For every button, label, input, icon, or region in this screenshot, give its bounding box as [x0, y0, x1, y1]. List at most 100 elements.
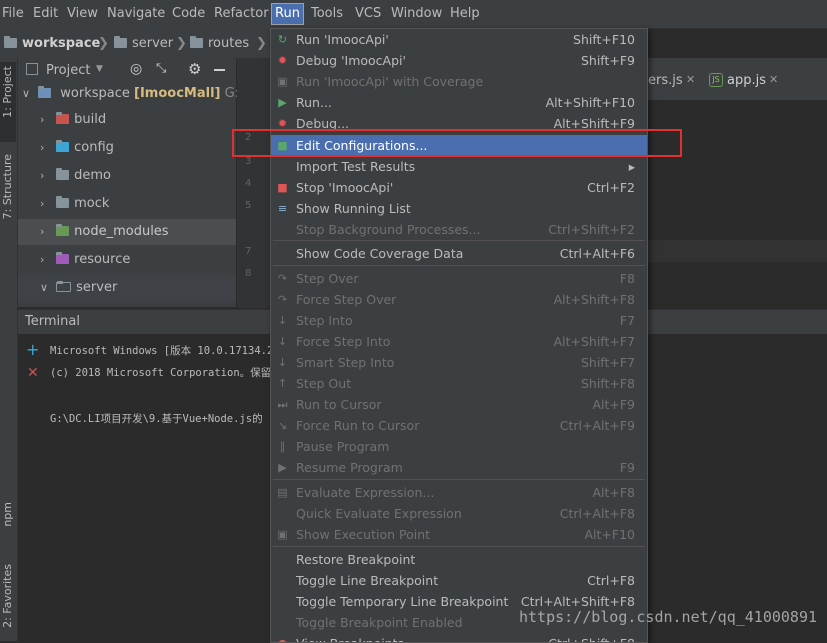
project-view-selector[interactable]: Project: [46, 63, 90, 78]
menu-run[interactable]: Run: [271, 3, 304, 25]
menu-view[interactable]: View: [67, 4, 98, 24]
tool-tab-structure[interactable]: 7: Structure: [1, 154, 14, 219]
menu-item-shortcut: Shift+F8: [580, 376, 635, 391]
menu-item-shortcut: Alt+Shift+F10: [545, 95, 635, 110]
tree-item-resource[interactable]: › resource: [18, 247, 236, 273]
menu-tools[interactable]: Tools: [311, 4, 343, 24]
force-step-into-icon: ↓: [277, 335, 288, 348]
tree-root-workspace[interactable]: ∨ workspace [ImoocMall] G:\DC: [18, 81, 263, 107]
breadcrumb-routes[interactable]: routes: [190, 36, 249, 51]
menu-item-shortcut: F8: [619, 271, 635, 286]
menu-item-force-step-into[interactable]: ↓ Force Step Into Alt+Shift+F7: [271, 331, 647, 352]
tree-item-label: server: [76, 280, 118, 295]
menu-item-force-run-to-cursor[interactable]: ↘ Force Run to Cursor Ctrl+Alt+F9: [271, 415, 647, 436]
menu-item-run[interactable]: ▶ Run... Alt+Shift+F10: [271, 92, 647, 113]
tool-tab-npm[interactable]: npm: [1, 502, 14, 527]
menu-navigate[interactable]: Navigate: [107, 4, 165, 24]
coverage-icon: ▣: [277, 75, 288, 88]
folder-open-icon: [56, 281, 72, 292]
menu-vcs[interactable]: VCS: [355, 4, 381, 24]
chevron-right-icon[interactable]: ›: [40, 219, 52, 245]
menu-item-shortcut: F7: [619, 313, 635, 328]
line-number: 5: [245, 200, 252, 211]
menu-item-step-into[interactable]: ↓ Step Into F7: [271, 310, 647, 331]
menu-item-import-test-results[interactable]: Import Test Results ▸: [271, 156, 647, 177]
chevron-down-icon[interactable]: ∨: [22, 81, 34, 107]
menu-window[interactable]: Window: [391, 4, 442, 24]
menu-item-run-imoocapi-with-coverage[interactable]: ▣ Run 'ImoocApi' with Coverage: [271, 71, 647, 92]
tree-item-label: config: [74, 140, 114, 155]
chevron-right-icon[interactable]: ›: [40, 107, 52, 133]
chevron-down-icon[interactable]: ∨: [40, 275, 52, 301]
folder-icon: [38, 86, 52, 98]
tab-app-js[interactable]: app.js: [727, 73, 766, 88]
tree-item-demo[interactable]: › demo: [18, 163, 236, 189]
menu-item-label: Toggle Breakpoint Enabled: [296, 615, 463, 630]
line-number: 7: [245, 246, 252, 257]
tree-item-node-modules[interactable]: › node_modules: [18, 219, 236, 245]
menu-item-label: Restore Breakpoint: [296, 552, 416, 567]
menu-item-resume-program[interactable]: ▶ Resume Program F9: [271, 457, 647, 478]
menu-item-debug-imoocapi[interactable]: ✹ Debug 'ImoocApi' Shift+F9: [271, 50, 647, 71]
tree-item-mock[interactable]: › mock: [18, 191, 236, 217]
chevron-right-icon[interactable]: ›: [40, 135, 52, 161]
tree-item-config[interactable]: › config: [18, 135, 236, 161]
menu-item-label: Import Test Results: [296, 159, 416, 174]
menu-item-step-over[interactable]: ↷ Step Over F8: [271, 268, 647, 289]
menu-item-stop-imoocapi[interactable]: ■ Stop 'ImoocApi' Ctrl+F2: [271, 177, 647, 198]
menu-bar: File Edit View Navigate Code Refactor Ru…: [0, 0, 827, 29]
breadcrumb-server[interactable]: server: [114, 36, 173, 51]
gear-icon[interactable]: ⚙: [188, 60, 201, 78]
tool-tab-favorites[interactable]: 2: Favorites: [1, 564, 14, 628]
menu-item-toggle-line-breakpoint[interactable]: Toggle Line Breakpoint Ctrl+F8: [271, 570, 647, 591]
tool-tab-project[interactable]: 1: Project: [1, 66, 14, 118]
execution-point-icon: ▣: [277, 528, 288, 541]
chevron-right-icon[interactable]: ›: [40, 247, 52, 273]
close-icon[interactable]: ✕: [769, 73, 778, 86]
menu-item-step-out[interactable]: ↑ Step Out Shift+F8: [271, 373, 647, 394]
menu-item-label: Show Execution Point: [296, 527, 431, 542]
pause-icon: ∥: [279, 440, 286, 453]
breadcrumb-workspace[interactable]: workspace: [4, 36, 100, 51]
menu-code[interactable]: Code: [172, 4, 205, 24]
menu-item-view-breakpoints[interactable]: ●View Breakpoints...Ctrl+Shift+F8: [271, 633, 647, 642]
menu-item-label: Run...: [296, 95, 332, 110]
chevron-right-icon: ❯: [176, 36, 187, 51]
menu-item-quick-evaluate-expression[interactable]: Quick Evaluate Expression Ctrl+Alt+F8: [271, 503, 647, 524]
close-icon[interactable]: ✕: [27, 365, 39, 381]
add-icon[interactable]: +: [26, 340, 39, 359]
stop-icon: ■: [277, 181, 288, 194]
menu-item-force-step-over[interactable]: ↷ Force Step Over Alt+Shift+F8: [271, 289, 647, 310]
tree-item-build[interactable]: › build: [18, 107, 236, 133]
chevron-right-icon[interactable]: ›: [40, 163, 52, 189]
menu-item-show-running-list[interactable]: ≡ Show Running List: [271, 198, 647, 219]
menu-refactor[interactable]: Refactor: [214, 4, 269, 24]
folder-icon: [56, 196, 70, 208]
menu-item-show-code-coverage-data[interactable]: Show Code Coverage Data Ctrl+Alt+F6: [271, 243, 647, 264]
menu-item-label: Force Run to Cursor: [296, 418, 420, 433]
chevron-right-icon[interactable]: ›: [40, 191, 52, 217]
menu-item-run-imoocapi[interactable]: ↻ Run 'ImoocApi' Shift+F10: [271, 29, 647, 50]
tab-routes-js[interactable]: ers.js: [648, 73, 683, 88]
menu-item-evaluate-expression[interactable]: ▤ Evaluate Expression... Alt+F8: [271, 482, 647, 503]
collapse-icon[interactable]: ⤡: [156, 61, 166, 76]
bug-icon: ✹: [277, 117, 288, 130]
tree-item-server[interactable]: ∨ server: [18, 275, 236, 301]
menu-item-run-to-cursor[interactable]: ⏭ Run to Cursor Alt+F9: [271, 394, 647, 415]
menu-help[interactable]: Help: [450, 4, 480, 24]
menu-item-restore-breakpoint[interactable]: Restore Breakpoint: [271, 549, 647, 570]
menu-item-label: Toggle Temporary Line Breakpoint: [296, 594, 509, 609]
menu-edit[interactable]: Edit: [33, 4, 58, 24]
annotation-highlight-box: [232, 129, 682, 157]
menu-item-show-execution-point[interactable]: ▣ Show Execution Point Alt+F10: [271, 524, 647, 545]
chevron-down-icon[interactable]: ▼: [96, 64, 103, 74]
menu-file[interactable]: File: [2, 4, 24, 24]
menu-item-pause-program[interactable]: ∥ Pause Program: [271, 436, 647, 457]
menu-item-stop-background-processes[interactable]: Stop Background Processes... Ctrl+Shift+F…: [271, 219, 647, 240]
menu-item-label: Show Running List: [296, 201, 411, 216]
hide-icon[interactable]: [214, 69, 225, 71]
menu-separator: [273, 265, 645, 266]
menu-item-smart-step-into[interactable]: ↓ Smart Step Into Shift+F7: [271, 352, 647, 373]
close-icon[interactable]: ✕: [686, 73, 695, 86]
target-icon[interactable]: ◎: [130, 61, 142, 77]
